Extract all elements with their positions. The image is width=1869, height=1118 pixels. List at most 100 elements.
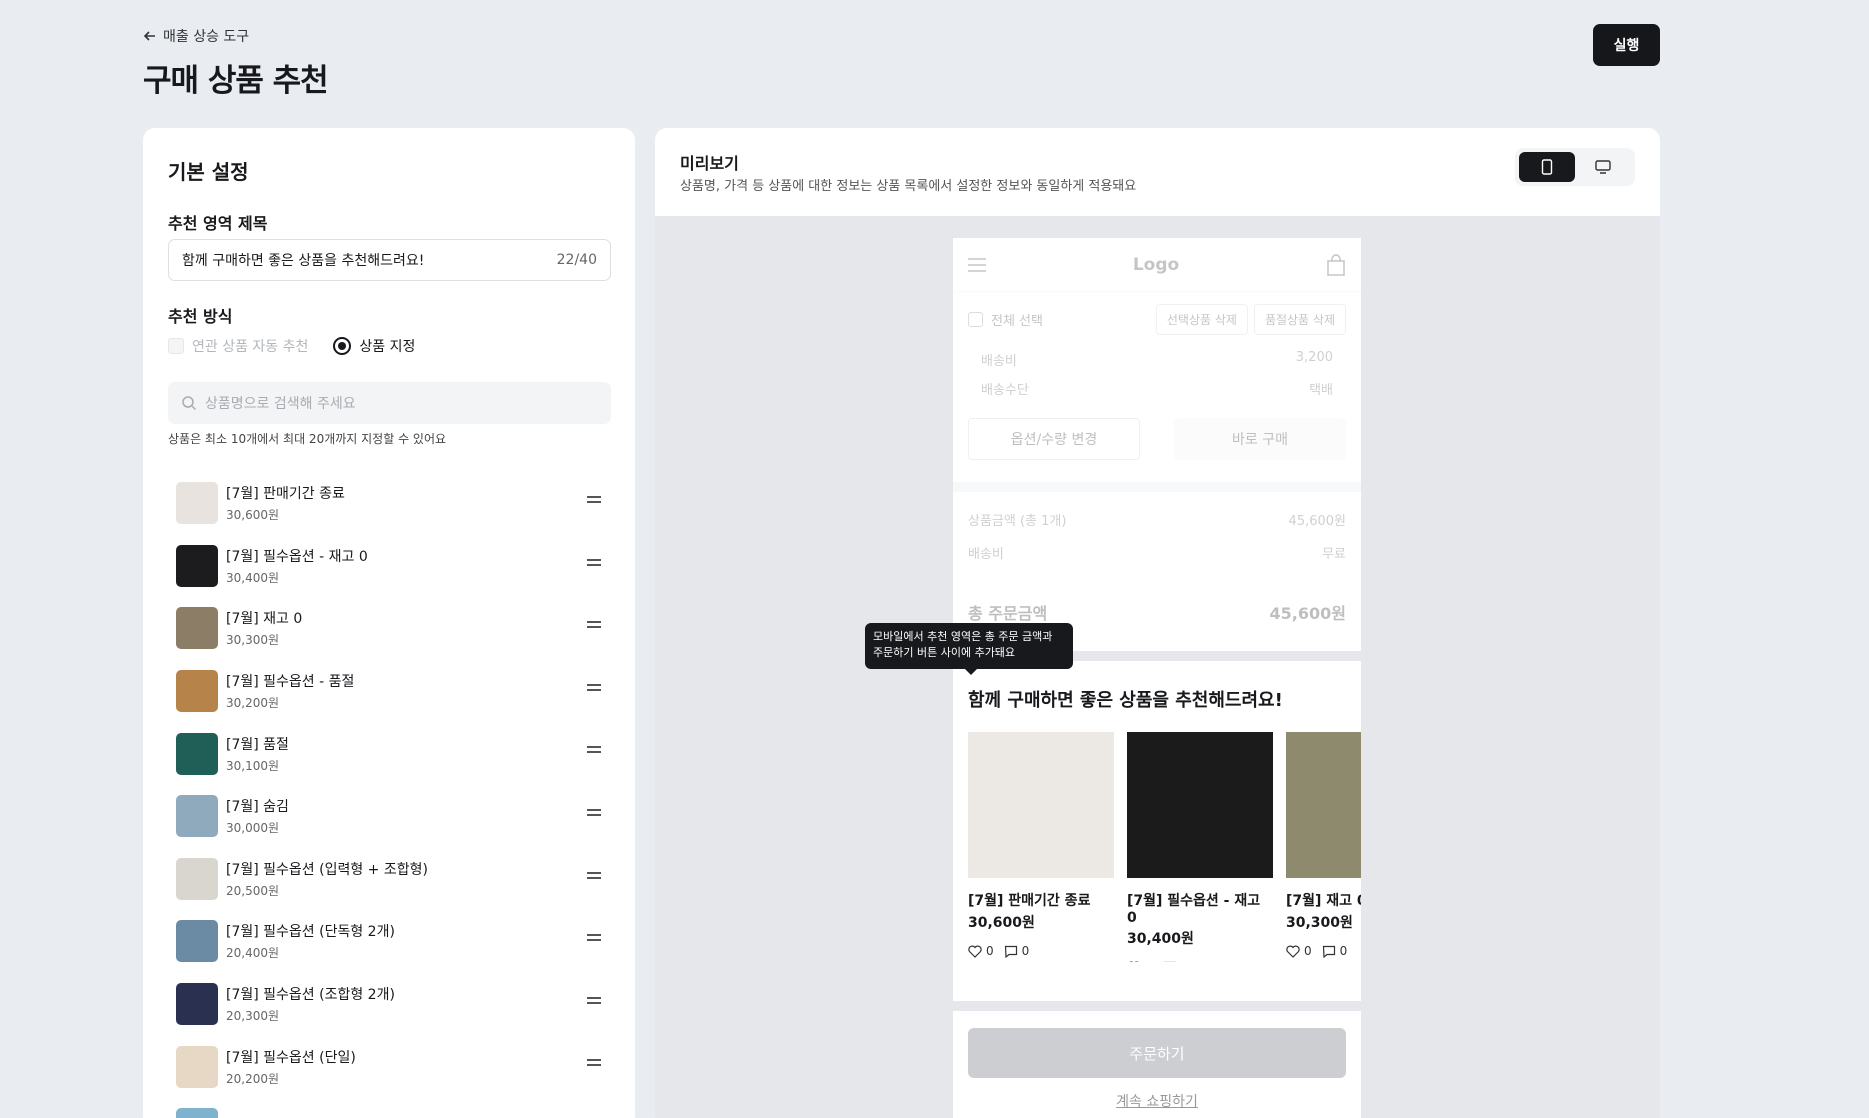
rec-stats: 00	[1286, 944, 1361, 958]
page-title: 구매 상품 추천	[143, 63, 329, 99]
drag-handle-icon[interactable]	[587, 746, 601, 756]
mobile-preview: Logo 전체 선택 선택상품 삭제 품절상품 삭제 배송비 3,200 배송수단…	[953, 238, 1361, 1118]
phone-header: Logo	[953, 238, 1361, 292]
rec-image	[968, 732, 1114, 878]
comment-count: 0	[1021, 944, 1030, 958]
drag-handle-icon[interactable]	[587, 496, 601, 506]
arrow-left-icon	[143, 31, 155, 41]
back-link[interactable]: 매출 상승 도구	[143, 26, 249, 46]
radio-manual[interactable]	[333, 337, 352, 355]
product-row[interactable]: [7월] 숨김 30,000원	[176, 785, 601, 848]
delete-selected-button: 선택상품 삭제	[1155, 303, 1248, 335]
drag-handle-icon[interactable]	[587, 808, 601, 819]
rec-title-value: 함께 구매하면 좋은 상품을 추천해드려요!	[182, 253, 425, 269]
rec-price: 30,400원	[1127, 931, 1194, 947]
rec-price: 30,300원	[1286, 915, 1353, 931]
menu-icon	[968, 257, 986, 272]
product-name: [7월] 필수옵션 - 재고 0	[226, 548, 368, 565]
rec-card: [7월] 판매기간 종료 30,600원 0 0	[968, 732, 1114, 962]
shipping-label: 배송비	[968, 547, 1004, 562]
rec-card: [7월] 재고 0 30,300원 0 0	[1286, 732, 1361, 962]
comment-icon	[1322, 945, 1335, 958]
product-row[interactable]: [7월] 필수옵션 (조합형 2개) 20,300원	[176, 973, 601, 1036]
select-all-checkbox	[968, 311, 983, 327]
product-amount-value: 45,600원	[1288, 514, 1346, 529]
rec-image	[1127, 732, 1273, 878]
mobile-icon	[1541, 159, 1553, 175]
product-row[interactable]: [7월] 필수옵션 - 재고 0 30,400원	[176, 535, 601, 598]
product-price: 30,200원	[226, 696, 280, 711]
drag-handle-icon[interactable]	[587, 871, 601, 882]
rec-name: [7월] 판매기간 종료	[968, 893, 1091, 909]
rec-carousel: [7월] 판매기간 종료 30,600원 0 0 [7월] 필수옵션 - 재고 0 30,…	[968, 732, 1361, 962]
drag-handle-icon[interactable]	[587, 683, 601, 694]
change-option-button: 옵션/수량 변경	[968, 418, 1140, 460]
preview-subtitle: 상품명, 가격 등 상품에 대한 정보는 상품 목록에서 설정한 정보와 동일하…	[680, 179, 1137, 194]
product-name: [7월] 필수옵션 (조합형 2개)	[226, 987, 395, 1004]
radio-auto[interactable]	[168, 338, 184, 354]
like-count: 0	[1145, 960, 1153, 962]
product-row[interactable]: [7월] 필수옵션 (단일) 20,200원	[176, 1035, 601, 1098]
order-button: 주문하기	[968, 1028, 1346, 1078]
product-row[interactable]: [7월] 품절 30,100원	[176, 722, 601, 785]
drag-handle-icon[interactable]	[587, 1059, 601, 1069]
run-button[interactable]: 실행	[1593, 24, 1660, 66]
comment-icon	[1004, 945, 1017, 958]
product-row[interactable]: [7월] 필수옵션 (단독형 2개) 20,400원	[176, 910, 601, 973]
desktop-view-button[interactable]	[1575, 152, 1631, 182]
rec-section-title: 함께 구매하면 좋은 상품을 추천해드려요!	[968, 690, 1283, 711]
product-name: [7월] 필수옵션 (입력형 + 조합형)	[226, 861, 428, 878]
product-name: [7월] 필수옵션 - 품절	[226, 674, 355, 691]
product-amount-label: 상품금액 (총 1개)	[968, 514, 1067, 529]
settings-panel: 기본 설정 추천 영역 제목 함께 구매하면 좋은 상품을 추천해드려요! 22…	[143, 128, 635, 1118]
select-row: 전체 선택 선택상품 삭제 품절상품 삭제	[953, 292, 1361, 346]
back-label: 매출 상승 도구	[163, 29, 250, 45]
item-actions: 옵션/수량 변경 바로 구매	[953, 408, 1361, 470]
product-hint: 상품은 최소 10개에서 최대 20개까지 지정할 수 있어요	[168, 432, 447, 446]
comment-count: 0	[1181, 960, 1189, 962]
like-count: 0	[986, 944, 994, 958]
product-row[interactable]: [7월] 판매기간 종료 30,600원	[176, 472, 601, 535]
product-thumbnail	[176, 920, 218, 963]
product-row[interactable]: [7월] 재고 0 30,300원	[176, 597, 601, 660]
product-row[interactable]: [7월] 본상품 + 선택옵션	[176, 1098, 601, 1118]
drag-handle-icon[interactable]	[587, 996, 601, 1007]
method-label: 추천 방식	[168, 307, 233, 326]
product-search-input[interactable]: 상품명으로 검색해 주세요	[168, 382, 611, 424]
logo: Logo	[1132, 254, 1180, 275]
mobile-view-button[interactable]	[1519, 152, 1575, 182]
product-thumbnail	[176, 1108, 218, 1118]
search-placeholder: 상품명으로 검색해 주세요	[205, 396, 356, 412]
product-name: [7월] 필수옵션 (단독형 2개)	[226, 924, 395, 941]
rec-title-input[interactable]: 함께 구매하면 좋은 상품을 추천해드려요! 22/40	[168, 239, 611, 281]
char-count: 22/40	[556, 252, 597, 268]
radio-auto-label: 연관 상품 자동 추천	[192, 339, 309, 355]
drag-handle-icon[interactable]	[587, 558, 601, 569]
cart-faded-section: Logo 전체 선택 선택상품 삭제 품절상품 삭제 배송비 3,200 배송수단…	[953, 238, 1361, 624]
select-all-label: 전체 선택	[991, 313, 1043, 329]
product-name: [7월] 숨김	[226, 799, 289, 816]
drag-handle-icon[interactable]	[587, 934, 601, 944]
rec-image	[1286, 732, 1361, 878]
rec-name: [7월] 필수옵션 - 재고 0	[1127, 893, 1261, 926]
delete-soldout-button: 품절상품 삭제	[1253, 303, 1346, 335]
product-thumbnail	[176, 607, 218, 650]
product-price: 30,300원	[226, 633, 280, 648]
product-row[interactable]: [7월] 필수옵션 (입력형 + 조합형) 20,500원	[176, 848, 601, 911]
shipping-value: 무료	[1322, 547, 1346, 562]
product-row[interactable]: [7월] 필수옵션 - 품절 30,200원	[176, 660, 601, 723]
total-row: 총 주문금액 45,600원	[953, 600, 1361, 624]
comment-icon	[1163, 961, 1176, 962]
settings-title: 기본 설정	[168, 160, 249, 184]
product-name: [7월] 필수옵션 (단일)	[226, 1049, 356, 1066]
product-name: [7월] 재고 0	[226, 611, 303, 628]
heart-icon	[968, 945, 982, 958]
product-price: 30,100원	[226, 758, 280, 773]
product-price: 20,500원	[226, 883, 280, 898]
like-count: 0	[1304, 944, 1312, 958]
order-summary: 상품금액 (총 1개) 45,600원 배송비 무료	[953, 492, 1361, 586]
shipping-fee-value: 3,200	[1295, 350, 1333, 365]
drag-handle-icon[interactable]	[587, 621, 601, 631]
heart-icon	[1128, 961, 1140, 962]
shipping-method-value: 택배	[1309, 383, 1333, 398]
